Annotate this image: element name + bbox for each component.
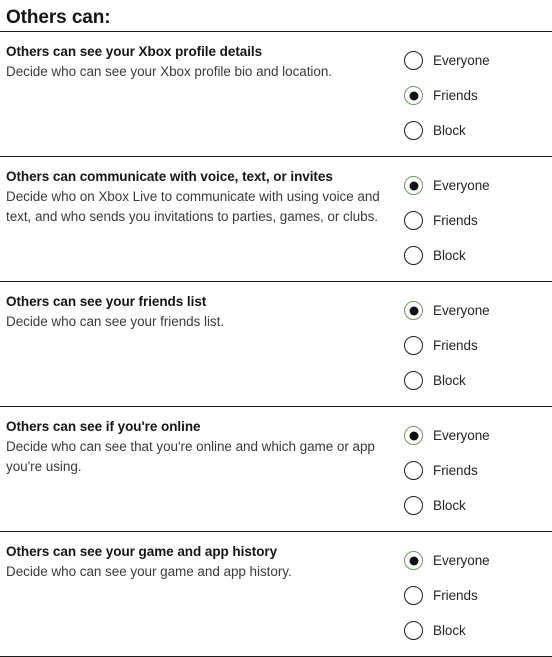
radio-option-friends[interactable]: Friends: [404, 78, 552, 113]
radio-option-everyone[interactable]: Everyone: [404, 418, 552, 453]
radio-checked-icon[interactable]: [404, 551, 423, 570]
setting-title: Others can communicate with voice, text,…: [6, 169, 333, 184]
setting-row: Others can see your game and app history…: [0, 532, 552, 656]
radio-unchecked-icon[interactable]: [404, 336, 423, 355]
radio-option-label: Block: [433, 247, 466, 263]
radio-option-friends[interactable]: Friends: [404, 328, 552, 363]
radio-option-block[interactable]: Block: [404, 488, 552, 523]
radio-group: Everyone Friends Block: [396, 542, 552, 648]
radio-option-label: Everyone: [433, 552, 490, 568]
setting-title: Others can see your friends list: [6, 294, 207, 309]
radio-unchecked-icon[interactable]: [404, 246, 423, 265]
radio-option-block[interactable]: Block: [404, 113, 552, 148]
radio-group: Everyone Friends Block: [396, 167, 552, 273]
radio-group: Everyone Friends Block: [396, 42, 552, 148]
setting-description: Decide who can see your game and app his…: [6, 564, 292, 579]
radio-group: Everyone Friends Block: [396, 417, 552, 523]
radio-unchecked-icon[interactable]: [404, 586, 423, 605]
setting-text-block: Others can see your game and app history…: [0, 542, 396, 582]
radio-option-label: Everyone: [433, 52, 490, 68]
radio-option-label: Friends: [433, 587, 478, 603]
setting-row: Others can see your friends list Decide w…: [0, 282, 552, 406]
setting-title: Others can see if you're online: [6, 419, 201, 434]
radio-option-label: Everyone: [433, 177, 490, 193]
setting-description: Decide who can see your friends list.: [6, 314, 225, 329]
setting-row: Others can see if you're online Decide wh…: [0, 407, 552, 531]
radio-unchecked-icon[interactable]: [404, 496, 423, 515]
radio-option-label: Friends: [433, 212, 478, 228]
radio-option-label: Everyone: [433, 427, 490, 443]
radio-option-label: Friends: [433, 87, 478, 103]
radio-checked-icon[interactable]: [404, 86, 423, 105]
radio-unchecked-icon[interactable]: [404, 211, 423, 230]
radio-option-label: Friends: [433, 462, 478, 478]
radio-unchecked-icon[interactable]: [404, 371, 423, 390]
page-title: Others can:: [6, 7, 111, 28]
setting-row: Others can communicate with voice, text,…: [0, 157, 552, 281]
radio-unchecked-icon[interactable]: [404, 461, 423, 480]
radio-group: Everyone Friends Block: [396, 292, 552, 398]
radio-unchecked-icon[interactable]: [404, 121, 423, 140]
setting-row: Others can see your Xbox profile details…: [0, 32, 552, 156]
radio-option-block[interactable]: Block: [404, 238, 552, 273]
radio-option-friends[interactable]: Friends: [404, 578, 552, 613]
setting-description: Decide who on Xbox Live to communicate w…: [6, 189, 380, 224]
radio-checked-icon[interactable]: [404, 426, 423, 445]
radio-option-block[interactable]: Block: [404, 613, 552, 648]
radio-option-everyone[interactable]: Everyone: [404, 543, 552, 578]
setting-description: Decide who can see that you're online an…: [6, 439, 375, 474]
radio-option-label: Block: [433, 122, 466, 138]
privacy-settings-panel: Others can: Others can see your Xbox pro…: [0, 0, 552, 657]
setting-text-block: Others can communicate with voice, text,…: [0, 167, 396, 226]
radio-unchecked-icon[interactable]: [404, 51, 423, 70]
settings-list: Others can see your Xbox profile details…: [0, 32, 552, 657]
radio-option-block[interactable]: Block: [404, 363, 552, 398]
setting-description: Decide who can see your Xbox profile bio…: [6, 64, 333, 79]
radio-option-everyone[interactable]: Everyone: [404, 293, 552, 328]
radio-option-label: Everyone: [433, 302, 490, 318]
radio-option-label: Friends: [433, 337, 478, 353]
setting-text-block: Others can see your friends list Decide w…: [0, 292, 396, 332]
radio-option-label: Block: [433, 622, 466, 638]
radio-option-everyone[interactable]: Everyone: [404, 43, 552, 78]
radio-option-friends[interactable]: Friends: [404, 453, 552, 488]
setting-title: Others can see your Xbox profile details: [6, 44, 263, 59]
radio-checked-icon[interactable]: [404, 176, 423, 195]
radio-unchecked-icon[interactable]: [404, 621, 423, 640]
radio-option-friends[interactable]: Friends: [404, 203, 552, 238]
setting-text-block: Others can see if you're online Decide wh…: [0, 417, 396, 476]
radio-option-label: Block: [433, 497, 466, 513]
radio-option-label: Block: [433, 372, 466, 388]
radio-option-everyone[interactable]: Everyone: [404, 168, 552, 203]
setting-text-block: Others can see your Xbox profile details…: [0, 42, 396, 82]
radio-checked-icon[interactable]: [404, 301, 423, 320]
setting-title: Others can see your game and app history: [6, 544, 278, 559]
